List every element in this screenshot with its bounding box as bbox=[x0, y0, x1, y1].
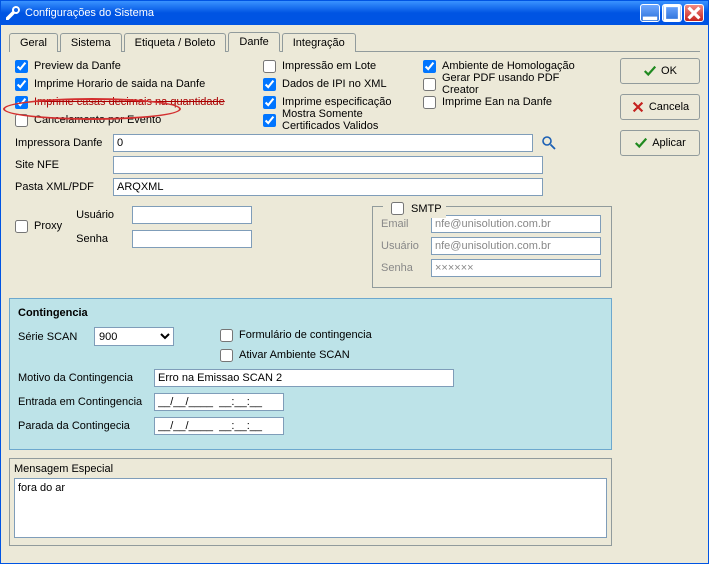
x-icon bbox=[631, 100, 645, 114]
chk-smtp[interactable] bbox=[391, 202, 404, 215]
tab-geral[interactable]: Geral bbox=[9, 33, 58, 52]
apply-button[interactable]: Aplicar bbox=[620, 130, 700, 156]
smtp-legend-label: SMTP bbox=[411, 203, 442, 215]
close-button[interactable] bbox=[684, 4, 704, 22]
smtp-senha-input bbox=[431, 259, 601, 277]
smtp-usuario-label: Usuário bbox=[381, 240, 425, 252]
proxy-senha-label: Senha bbox=[76, 233, 126, 245]
main-panel: Preview da Danfe Imprime Horario de said… bbox=[9, 58, 612, 546]
side-buttons: OK Cancela Aplicar bbox=[620, 58, 700, 546]
check-col-3: Ambiente de Homologação Gerar PDF usando… bbox=[423, 58, 593, 128]
mensagem-textarea[interactable]: fora do ar bbox=[14, 478, 607, 538]
check-icon bbox=[634, 136, 648, 150]
chk-proxy[interactable]: Proxy bbox=[15, 218, 62, 234]
chk-imprime-horario[interactable]: Imprime Horario de saida na Danfe bbox=[15, 76, 253, 92]
parada-input[interactable] bbox=[154, 417, 284, 435]
parada-label: Parada da Contingecia bbox=[18, 420, 148, 432]
entrada-input[interactable] bbox=[154, 393, 284, 411]
check-icon bbox=[643, 64, 657, 78]
smtp-email-input bbox=[431, 215, 601, 233]
chk-ativar-scan[interactable]: Ativar Ambiente SCAN bbox=[220, 347, 372, 363]
tab-integracao[interactable]: Integração bbox=[282, 33, 356, 52]
chk-preview-danfe[interactable]: Preview da Danfe bbox=[15, 58, 253, 74]
smtp-senha-label: Senha bbox=[381, 262, 425, 274]
ok-button[interactable]: OK bbox=[620, 58, 700, 84]
proxy-senha-input[interactable] bbox=[132, 230, 252, 248]
proxy-usuario-label: Usuário bbox=[76, 209, 126, 221]
window-buttons bbox=[640, 4, 704, 22]
motivo-input[interactable] bbox=[154, 369, 454, 387]
mensagem-label: Mensagem Especial bbox=[14, 463, 607, 475]
client-area: Geral Sistema Etiqueta / Boleto Danfe In… bbox=[1, 25, 708, 563]
system-config-window: Configurações do Sistema Geral Sistema E… bbox=[0, 0, 709, 564]
magnify-icon[interactable] bbox=[541, 135, 557, 151]
site-nfe-input[interactable] bbox=[113, 156, 543, 174]
check-col-1: Preview da Danfe Imprime Horario de said… bbox=[15, 58, 253, 128]
titlebar: Configurações do Sistema bbox=[1, 1, 708, 25]
pasta-input[interactable] bbox=[113, 178, 543, 196]
chk-dados-ipi[interactable]: Dados de IPI no XML bbox=[263, 76, 413, 92]
chk-impressao-lote[interactable]: Impressão em Lote bbox=[263, 58, 413, 74]
tab-danfe[interactable]: Danfe bbox=[228, 32, 279, 52]
maximize-button[interactable] bbox=[662, 4, 682, 22]
impressora-label: Impressora Danfe bbox=[15, 137, 107, 149]
chk-casas-decimais[interactable]: Imprime casas decimais na quantidade bbox=[15, 94, 253, 110]
site-nfe-label: Site NFE bbox=[15, 159, 107, 171]
smtp-usuario-input bbox=[431, 237, 601, 255]
impressora-input[interactable] bbox=[113, 134, 533, 152]
motivo-label: Motivo da Contingencia bbox=[18, 372, 148, 384]
minimize-button[interactable] bbox=[640, 4, 660, 22]
cancel-button[interactable]: Cancela bbox=[620, 94, 700, 120]
chk-imprime-ean[interactable]: Imprime Ean na Danfe bbox=[423, 94, 593, 110]
contingencia-title: Contingencia bbox=[18, 307, 603, 319]
entrada-label: Entrada em Contingencia bbox=[18, 396, 148, 408]
contingencia-group: Contingencia Série SCAN 900 Formulário d… bbox=[9, 298, 612, 450]
check-col-2: Impressão em Lote Dados de IPI no XML Im… bbox=[263, 58, 413, 128]
mensagem-group: Mensagem Especial fora do ar bbox=[9, 458, 612, 546]
pasta-label: Pasta XML/PDF bbox=[15, 181, 107, 193]
chk-mostra-certificados[interactable]: Mostra Somente Certificados Validos bbox=[263, 112, 413, 128]
smtp-group: SMTP Email Usuário Senha bbox=[372, 206, 612, 288]
proxy-usuario-input[interactable] bbox=[132, 206, 252, 224]
chk-gerar-pdf[interactable]: Gerar PDF usando PDF Creator bbox=[423, 76, 593, 92]
tab-bar: Geral Sistema Etiqueta / Boleto Danfe In… bbox=[9, 31, 700, 52]
window-title: Configurações do Sistema bbox=[25, 7, 640, 19]
chk-formulario-conting[interactable]: Formulário de contingencia bbox=[220, 327, 372, 343]
smtp-email-label: Email bbox=[381, 218, 425, 230]
serie-scan-select[interactable]: 900 bbox=[94, 327, 174, 346]
chk-cancelamento-evento[interactable]: Cancelamento por Evento bbox=[15, 112, 253, 128]
serie-scan-label: Série SCAN bbox=[18, 331, 88, 343]
tab-etiqueta[interactable]: Etiqueta / Boleto bbox=[124, 33, 227, 52]
wrench-icon bbox=[5, 5, 21, 21]
tab-sistema[interactable]: Sistema bbox=[60, 33, 122, 52]
